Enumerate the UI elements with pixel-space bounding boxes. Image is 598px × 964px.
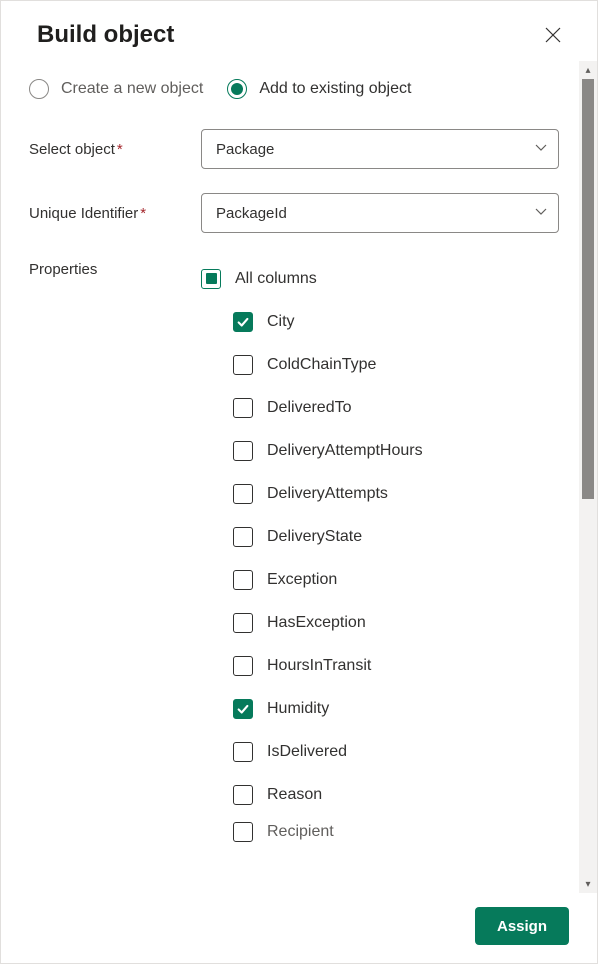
checkbox-checked-icon bbox=[233, 699, 253, 719]
panel-title: Build object bbox=[37, 21, 174, 49]
row-properties: Properties All columns City ColdChainType… bbox=[29, 257, 563, 848]
checkbox-label: IsDelivered bbox=[267, 743, 347, 761]
check-all-columns[interactable]: All columns bbox=[201, 257, 563, 300]
checkbox-unchecked-icon bbox=[233, 527, 253, 547]
checkbox-label: DeliveredTo bbox=[267, 399, 351, 417]
checkbox-label: HasException bbox=[267, 614, 366, 632]
checkbox-label: Exception bbox=[267, 571, 337, 589]
scroll-down-arrow[interactable]: ▾ bbox=[579, 875, 597, 893]
panel-footer: Assign bbox=[1, 893, 597, 963]
required-asterisk: * bbox=[117, 141, 123, 158]
check-item-column[interactable]: DeliveryAttempts bbox=[201, 472, 563, 515]
check-item-column[interactable]: IsDelivered bbox=[201, 730, 563, 773]
check-item-column[interactable]: HoursInTransit bbox=[201, 644, 563, 687]
radio-label: Add to existing object bbox=[259, 80, 411, 98]
unique-identifier-dropdown[interactable]: PackageId bbox=[201, 193, 559, 233]
close-button[interactable] bbox=[537, 19, 569, 51]
row-unique-identifier: Unique Identifier* PackageId bbox=[29, 193, 563, 233]
label-unique-identifier: Unique Identifier* bbox=[29, 205, 201, 222]
check-item-column[interactable]: Exception bbox=[201, 558, 563, 601]
select-value: PackageId bbox=[216, 205, 287, 222]
label-properties: Properties bbox=[29, 257, 201, 278]
radio-icon bbox=[227, 79, 247, 99]
scroll-track[interactable] bbox=[579, 79, 597, 875]
checkbox-unchecked-icon bbox=[233, 785, 253, 805]
radio-create-new[interactable]: Create a new object bbox=[29, 79, 203, 99]
panel-body: Create a new object Add to existing obje… bbox=[1, 61, 597, 893]
assign-button[interactable]: Assign bbox=[475, 907, 569, 945]
chevron-down-icon bbox=[534, 140, 548, 158]
row-select-object: Select object* Package bbox=[29, 129, 563, 169]
checkbox-unchecked-icon bbox=[233, 742, 253, 762]
check-item-column[interactable]: City bbox=[201, 300, 563, 343]
check-item-column[interactable]: DeliveryState bbox=[201, 515, 563, 558]
checkbox-checked-icon bbox=[233, 312, 253, 332]
checkbox-unchecked-icon bbox=[233, 656, 253, 676]
checkbox-label: DeliveryState bbox=[267, 528, 362, 546]
check-item-column[interactable]: DeliveryAttemptHours bbox=[201, 429, 563, 472]
checkbox-label: City bbox=[267, 313, 295, 331]
checkbox-indeterminate-icon bbox=[201, 269, 221, 289]
checkbox-label: HoursInTransit bbox=[267, 657, 371, 675]
checkbox-unchecked-icon bbox=[233, 355, 253, 375]
panel-header: Build object bbox=[1, 1, 597, 61]
radio-icon bbox=[29, 79, 49, 99]
checkbox-label: Reason bbox=[267, 786, 322, 804]
checkbox-label: ColdChainType bbox=[267, 356, 376, 374]
check-item-column[interactable]: HasException bbox=[201, 601, 563, 644]
scroll-content: Create a new object Add to existing obje… bbox=[1, 61, 579, 893]
mode-selector: Create a new object Add to existing obje… bbox=[29, 61, 563, 129]
radio-add-existing[interactable]: Add to existing object bbox=[227, 79, 411, 99]
checkbox-label: DeliveryAttempts bbox=[267, 485, 388, 503]
checkbox-label: All columns bbox=[235, 270, 317, 288]
checkbox-unchecked-icon bbox=[233, 398, 253, 418]
select-object-dropdown[interactable]: Package bbox=[201, 129, 559, 169]
check-item-column[interactable]: Reason bbox=[201, 773, 563, 816]
checkbox-label: Humidity bbox=[267, 700, 329, 718]
select-value: Package bbox=[216, 141, 274, 158]
chevron-down-icon bbox=[534, 204, 548, 222]
check-item-column[interactable]: ColdChainType bbox=[201, 343, 563, 386]
checkbox-unchecked-icon bbox=[233, 822, 253, 842]
checkbox-unchecked-icon bbox=[233, 570, 253, 590]
checkbox-unchecked-icon bbox=[233, 441, 253, 461]
scroll-up-arrow[interactable]: ▴ bbox=[579, 61, 597, 79]
required-asterisk: * bbox=[140, 205, 146, 222]
radio-label: Create a new object bbox=[61, 80, 203, 98]
check-item-column[interactable]: Humidity bbox=[201, 687, 563, 730]
scroll-thumb[interactable] bbox=[582, 79, 594, 499]
properties-list: All columns City ColdChainType DeliveredTo… bbox=[201, 257, 563, 848]
check-item-column[interactable]: DeliveredTo bbox=[201, 386, 563, 429]
check-item-column[interactable]: Recipient bbox=[201, 816, 563, 848]
checkbox-unchecked-icon bbox=[233, 484, 253, 504]
label-select-object: Select object* bbox=[29, 141, 201, 158]
checkbox-label: Recipient bbox=[267, 823, 334, 841]
close-icon bbox=[545, 27, 561, 43]
checkbox-unchecked-icon bbox=[233, 613, 253, 633]
vertical-scrollbar[interactable]: ▴ ▾ bbox=[579, 61, 597, 893]
build-object-panel: Build object Create a new object Add to … bbox=[0, 0, 598, 964]
checkbox-label: DeliveryAttemptHours bbox=[267, 442, 423, 460]
